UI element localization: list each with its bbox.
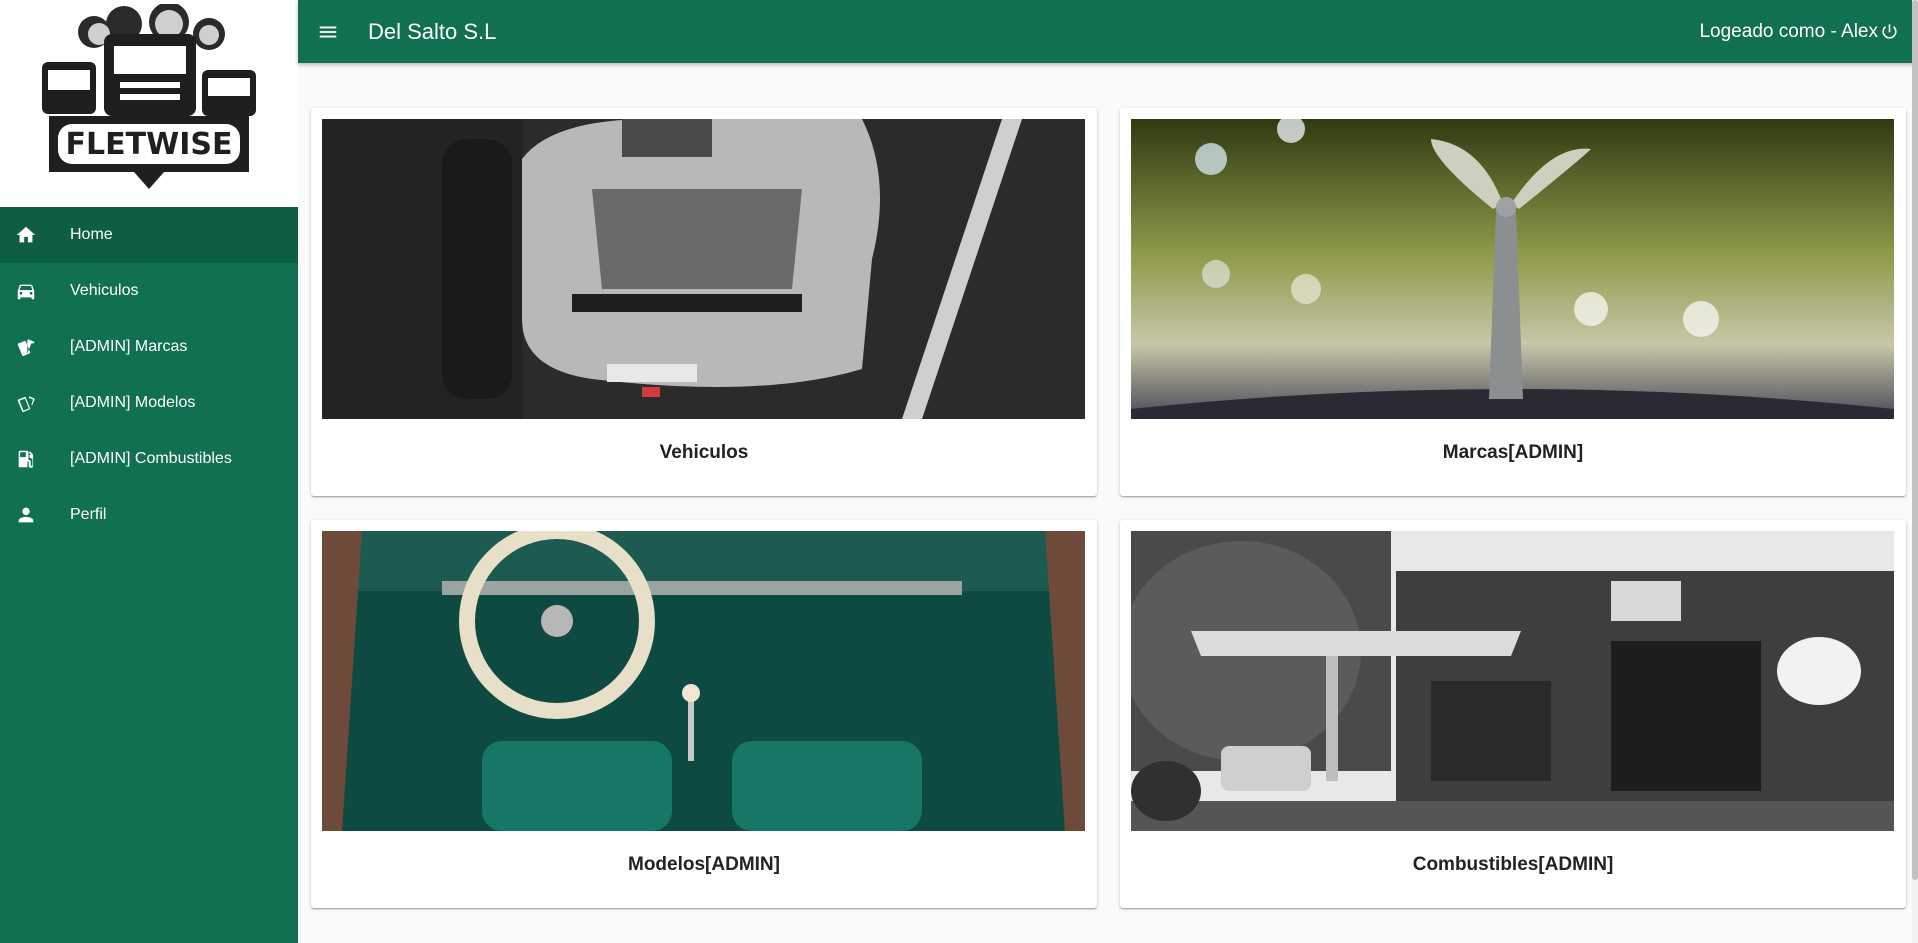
app-title: Del Salto S.L — [368, 18, 497, 44]
sidebar-item-label: Vehiculos — [70, 282, 139, 299]
home-icon — [15, 224, 37, 246]
sidebar-item-label: Perfil — [70, 506, 107, 523]
card-vehiculos[interactable]: Vehiculos — [311, 108, 1097, 496]
sidebar-item-modelos[interactable]: [ADMIN] Modelos — [0, 375, 298, 431]
power-icon[interactable] — [1880, 22, 1900, 42]
user-area: Logeado como - Alex — [1699, 0, 1900, 63]
sidebar-item-vehiculos[interactable]: Vehiculos — [0, 263, 298, 319]
scrollbar-thumb[interactable] — [1912, 0, 1918, 880]
card-image-modelos — [322, 531, 1085, 831]
card-image-marcas — [1131, 119, 1894, 419]
top-app-bar: Del Salto S.L Logeado como - Alex — [298, 0, 1918, 63]
person-icon — [15, 504, 37, 526]
card-title: Modelos[ADMIN] — [628, 854, 780, 875]
card-combustibles[interactable]: Combustibles[ADMIN] — [1120, 520, 1906, 908]
sidebar-item-perfil[interactable]: Perfil — [0, 487, 298, 543]
card-title: Vehiculos — [659, 442, 749, 463]
logged-in-label: Logeado como - Alex — [1699, 20, 1878, 42]
logo-text: FLETWISE — [66, 127, 233, 162]
cards-outline-icon — [15, 392, 37, 414]
sidebar-item-combustibles[interactable]: [ADMIN] Combustibles — [0, 431, 298, 487]
sidebar-item-label: [ADMIN] Modelos — [70, 394, 196, 411]
card-title: Marcas[ADMIN] — [1442, 442, 1584, 463]
sidebar: FLETWISE Home Vehiculos [ADMIN] Marcas [… — [0, 0, 298, 943]
card-image-vehiculos — [322, 119, 1085, 419]
card-marcas[interactable]: Marcas[ADMIN] — [1120, 108, 1906, 496]
car-icon — [15, 280, 37, 302]
sidebar-item-label: [ADMIN] Combustibles — [70, 450, 232, 467]
hamburger-menu-icon[interactable] — [316, 20, 340, 44]
page-scrollbar[interactable] — [1912, 0, 1918, 943]
card-modelos[interactable]: Modelos[ADMIN] — [311, 520, 1097, 908]
sidebar-item-home[interactable]: Home — [0, 207, 298, 263]
sidebar-item-label: [ADMIN] Marcas — [70, 338, 188, 355]
fuel-icon — [15, 448, 37, 470]
card-title: Combustibles[ADMIN] — [1412, 854, 1614, 875]
logo[interactable]: FLETWISE — [0, 0, 298, 207]
sidebar-item-label: Home — [70, 226, 113, 243]
fletwise-logo-image: FLETWISE — [42, 3, 256, 189]
sidebar-nav: Home Vehiculos [ADMIN] Marcas [ADMIN] Mo… — [0, 207, 298, 543]
sidebar-item-marcas[interactable]: [ADMIN] Marcas — [0, 319, 298, 375]
card-image-combustibles — [1131, 531, 1894, 831]
cards-icon — [15, 336, 37, 358]
